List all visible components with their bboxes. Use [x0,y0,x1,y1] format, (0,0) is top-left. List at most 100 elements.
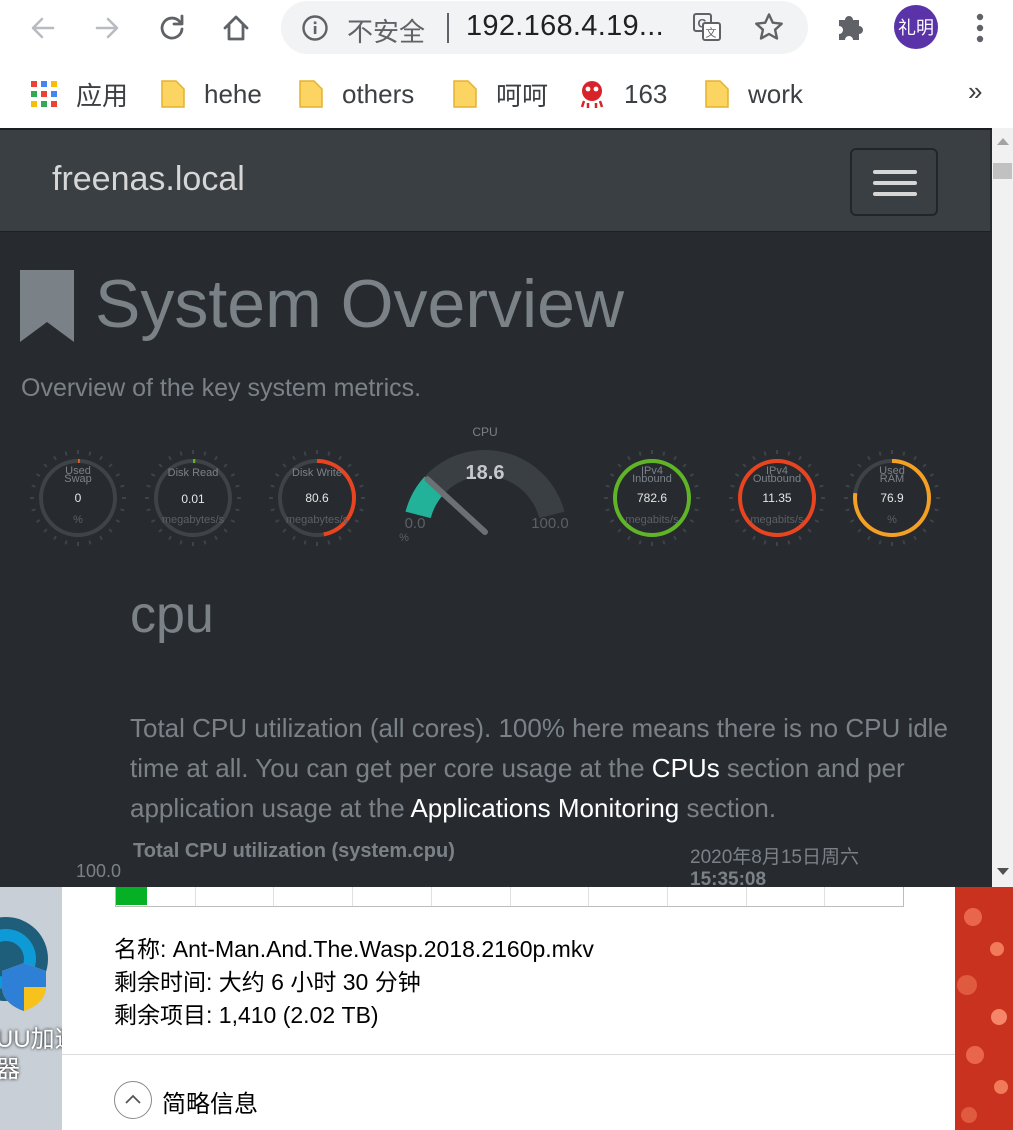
description-text: section. [679,793,777,823]
gauge-label: Disk Read [168,467,219,479]
163-mail-icon [578,79,606,109]
bookmark-apps[interactable]: 应用 [30,76,128,112]
gauge-tick [662,540,666,545]
progress-gridline [667,887,668,906]
profile-avatar[interactable]: 礼明 [894,5,938,49]
gauge-tick [338,455,342,461]
gauge-tick [609,473,615,477]
uu-accelerator-icon[interactable] [0,887,62,1017]
gauge-tick [798,455,802,461]
bookmark-work[interactable]: work [704,76,803,112]
chevron-up-icon [125,1094,141,1104]
translate-icon[interactable]: G文 [691,11,723,48]
gauge-tick [752,455,756,461]
brand-link[interactable]: freenas.local [52,160,245,199]
gauge-tick [673,455,677,461]
scrollbar-thumb[interactable] [993,163,1012,179]
gauge-tick [150,473,156,477]
gauge-tick [282,463,287,468]
gauge-tick [902,540,906,545]
scroll-down-arrow-icon[interactable] [997,868,1009,875]
gauge-tick [88,451,92,456]
items-remaining-line: 剩余项目: 1,410 (2.02 TB) [114,1002,379,1028]
progress-fill [116,887,147,905]
progress-gridline [431,887,432,906]
collapse-details-button[interactable] [114,1081,152,1119]
bookmark-label: 呵呵 [496,80,549,111]
file-name-line: 名称: Ant-Man.And.The.Wasp.2018.2160p.mkv [114,936,594,962]
gauge-label: Outbound [753,473,801,485]
home-button[interactable] [218,10,254,46]
gauge-tick [638,540,642,545]
gauge-tick [694,508,699,512]
gauge-tick [934,484,939,488]
gauge-tick [235,484,240,488]
gauge-tick [282,528,287,533]
gauge-tick [327,451,331,456]
gauge-tick [99,535,103,541]
navbar-toggle-button[interactable] [850,148,938,216]
url-text[interactable]: 192.168.4.19... [466,10,664,43]
site-info-icon[interactable] [301,14,329,47]
metric-gauges: UsedSwap0%Disk Read0.01megabytes/sDisk W… [30,425,940,546]
progress-gridline [510,887,511,906]
gauge-tick [235,508,240,512]
address-bar[interactable]: 不安全 192.168.4.19... G文 [281,1,808,54]
gauge-tick [878,451,882,456]
gauge-value: 80.6 [305,491,329,505]
bookmark-others[interactable]: others [298,76,414,112]
collapse-details-label[interactable]: 简略信息 [162,1084,258,1119]
gauge-unit: megabytes/s [286,514,349,526]
gauge-tick [857,528,862,533]
svg-text:文: 文 [706,26,717,40]
gauge-tick [814,473,820,477]
time-remaining-line: 剩余时间: 大约 6 小时 30 分钟 [114,969,421,995]
gauge-unit: megabits/s [625,514,679,526]
file-copy-dialog: 名称: Ant-Man.And.The.Wasp.2018.2160p.mkv … [62,887,955,1130]
page-scrollbar[interactable] [992,128,1013,887]
progress-gridline [273,887,274,906]
bookmark-hehe-cn[interactable]: 呵呵 [452,76,548,112]
gauge-tick [617,528,622,533]
cpu-gauge-max-label: 100.0 [531,515,569,532]
gauge-tick [338,535,342,541]
gauge-tick [845,508,850,512]
bookmark-label: others [342,78,415,109]
bookmark-hehe[interactable]: hehe [160,76,262,112]
gauge-tick [627,535,631,541]
extensions-puzzle-icon[interactable] [833,8,869,49]
gauge-value: 0.01 [181,492,205,506]
gauge-tick [857,463,862,468]
home-icon [223,15,249,41]
gauge-tick [146,508,151,512]
gauge-tick [682,528,687,533]
gauge-tick [53,455,57,461]
gauge-tick [742,528,747,533]
gauge-tick [807,463,812,468]
gauge-tick [274,519,280,523]
gauge-tick [673,535,677,541]
bookmark-star-icon[interactable] [753,11,785,48]
forward-button[interactable] [89,10,125,46]
applications-monitoring-link[interactable]: Applications Monitoring [410,793,679,823]
scroll-up-arrow-icon[interactable] [997,138,1009,145]
chart-date: 2020年8月15日周六 [690,847,859,868]
gauge-unit: % [887,514,897,526]
gauge-tick [807,528,812,533]
gauge-tick [734,473,740,477]
back-button[interactable] [25,10,61,46]
browser-menu-icon[interactable] [966,8,994,53]
gauge-tick [223,528,228,533]
cpus-section-link[interactable]: CPUs [652,753,720,783]
security-status-text[interactable]: 不安全 [347,12,425,49]
progress-gridline [824,887,825,906]
gauge-value: 0 [75,491,82,505]
gauge-value: 11.35 [762,491,791,505]
bookmark-163[interactable]: 163 [578,76,667,112]
reload-button[interactable] [154,10,190,46]
gauge-tick [922,463,927,468]
gauge-tick [819,508,824,512]
bookmarks-overflow-button[interactable]: » [968,76,982,107]
dialog-divider [62,1054,955,1055]
gauge-tick [43,528,48,533]
